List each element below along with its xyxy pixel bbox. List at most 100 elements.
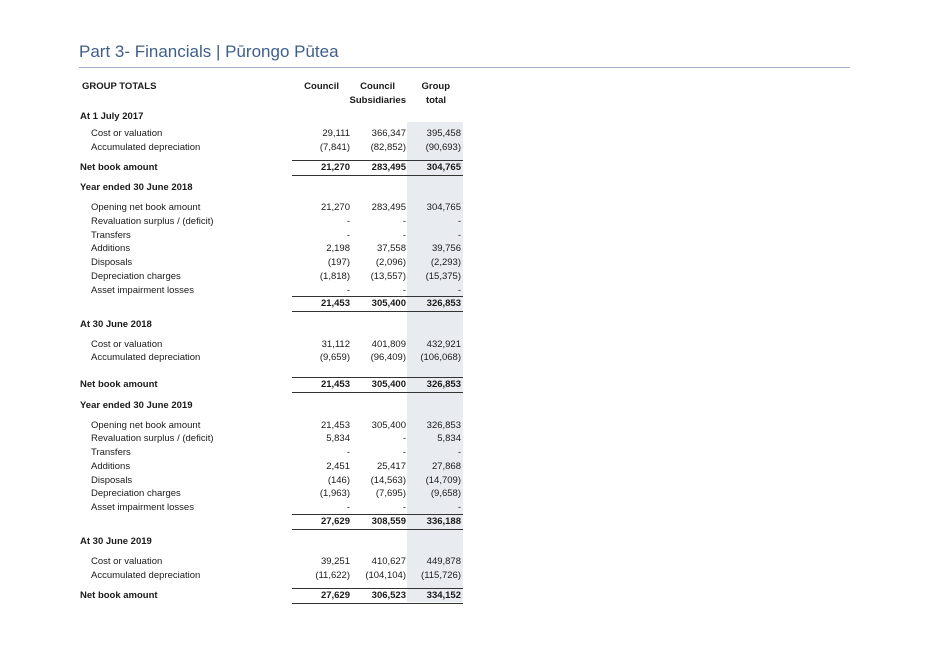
council-value: 39,251 (320, 556, 350, 567)
subsidiaries-value: 410,627 (371, 556, 406, 567)
group-total-value: (14,709) (425, 475, 461, 486)
total-top-rule (292, 588, 463, 589)
council-value: (1,963) (319, 488, 350, 499)
table-row: Depreciation charges (1,818) (13,557) (15,3… (80, 270, 464, 284)
council-value: 5,834 (326, 433, 350, 444)
council-value: 2,451 (326, 461, 350, 472)
table-row: Disposals (197) (2,096) (2,293) (80, 256, 464, 270)
council-value: - (346, 502, 350, 513)
group-total-value: (115,726) (421, 570, 461, 581)
table-row: Cost or valuation 31,112 401,809 432,921 (80, 338, 464, 352)
total-bottom-rule (292, 392, 463, 393)
group-total-value: 326,853 (426, 298, 461, 309)
table-row: Cost or valuation 29,111 366,347 395,458 (80, 127, 464, 141)
group-total-value: 326,853 (426, 379, 461, 390)
table-row: Net book amount 21,453 305,400 326,853 (80, 378, 464, 392)
subsidiaries-value: 25,417 (376, 461, 406, 472)
row-label: Accumulated depreciation (91, 142, 201, 153)
subsidiaries-value: 366,347 (371, 128, 406, 139)
council-value: 21,270 (320, 202, 350, 213)
total-top-rule (292, 514, 463, 515)
title-divider (79, 67, 850, 68)
subsidiaries-value: 401,809 (371, 339, 406, 350)
council-value: - (346, 216, 350, 227)
subsidiaries-value: (104,104) (365, 570, 406, 581)
group-total-value: 334,152 (426, 590, 461, 601)
row-label: Additions (91, 243, 131, 254)
table-row: At 1 July 2017 (80, 110, 464, 124)
subsidiaries-value: - (402, 433, 406, 444)
table-row: Opening net book amount 21,453 305,400 326,… (80, 419, 464, 433)
council-value: 31,112 (321, 339, 350, 350)
header-label: GROUP TOTALS (82, 81, 157, 92)
council-value: (7,841) (319, 142, 350, 153)
row-label: Disposals (91, 257, 133, 268)
table-row: 27,629 308,559 336,188 (80, 515, 464, 529)
table-row: Opening net book amount 21,270 283,495 304,… (80, 201, 464, 215)
subsidiaries-value: (82,852) (370, 142, 406, 153)
table-row: Year ended 30 June 2018 (80, 181, 464, 195)
group-total-value: (106,068) (420, 352, 461, 363)
row-label: Opening net book amount (91, 420, 201, 431)
subsidiaries-value: (13,557) (370, 271, 406, 282)
group-total-value: - (457, 502, 461, 513)
row-label: Asset impairment losses (91, 285, 194, 296)
row-label: Transfers (91, 230, 131, 241)
subsidiaries-value: (2,096) (375, 257, 406, 268)
group-total-value: 449,878 (426, 556, 461, 567)
table-row: Net book amount 21,270 283,495 304,765 (80, 161, 464, 175)
total-bottom-rule (292, 175, 463, 176)
council-value: (11,622) (315, 570, 350, 581)
row-label: Disposals (91, 475, 133, 486)
page-title: Part 3- Financials | Pūrongo Pūtea (79, 42, 339, 61)
subsidiaries-value: (7,695) (375, 488, 406, 499)
table-row: Transfers - - - (80, 229, 464, 243)
subsidiaries-value: (14,563) (370, 475, 406, 486)
total-bottom-rule (292, 603, 463, 604)
subsidiaries-value: (96,409) (370, 352, 406, 363)
council-value: 21,270 (320, 162, 350, 173)
group-total-value: 27,868 (431, 461, 461, 472)
table-row: Year ended 30 June 2019 (80, 399, 464, 413)
row-label: Opening net book amount (91, 202, 201, 213)
council-value: (197) (327, 257, 350, 268)
group-total-value: 395,458 (426, 128, 461, 139)
group-total-value: - (457, 216, 461, 227)
group-total-value: 326,853 (426, 420, 461, 431)
row-label: Depreciation charges (91, 271, 181, 282)
council-value: 29,111 (322, 128, 350, 139)
group-total-value: (2,293) (430, 257, 461, 268)
table-row: Depreciation charges (1,963) (7,695) (9,658… (80, 487, 464, 501)
subsidiaries-value: 305,400 (371, 379, 406, 390)
row-label: At 1 July 2017 (80, 111, 144, 122)
table-row: Net book amount 27,629 306,523 334,152 (80, 589, 464, 603)
table-row: Accumulated depreciation (7,841) (82,852) (… (80, 141, 464, 155)
row-label: At 30 June 2019 (80, 536, 152, 547)
total-bottom-rule (292, 311, 463, 312)
council-value: 21,453 (320, 298, 350, 309)
subsidiaries-value: - (402, 502, 406, 513)
group-total-value: 39,756 (431, 243, 461, 254)
table-row: At 30 June 2018 (80, 318, 464, 332)
subsidiaries-value: - (402, 230, 406, 241)
council-value: 27,629 (320, 516, 350, 527)
subsidiaries-value: 305,400 (371, 298, 406, 309)
header-subsidiaries-line2: Subsidiaries (349, 95, 407, 106)
group-total-value: 432,921 (426, 339, 461, 350)
row-label: At 30 June 2018 (80, 319, 152, 330)
row-label: Cost or valuation (91, 556, 163, 567)
table-row: Asset impairment losses - - - (80, 501, 464, 515)
group-total-value: (15,375) (425, 271, 461, 282)
subsidiaries-value: 283,495 (371, 162, 406, 173)
row-label: Cost or valuation (91, 128, 163, 139)
council-value: 2,198 (326, 243, 350, 254)
group-total-value: 336,188 (426, 516, 461, 527)
subsidiaries-value: 306,523 (371, 590, 406, 601)
group-total-value: 5,834 (437, 433, 461, 444)
row-label: Asset impairment losses (91, 502, 194, 513)
row-label: Net book amount (80, 162, 158, 173)
table-row: Cost or valuation 39,251 410,627 449,878 (80, 555, 464, 569)
row-label: Net book amount (80, 590, 158, 601)
group-total-value: 304,765 (426, 162, 461, 173)
group-total-value: (90,693) (425, 142, 461, 153)
